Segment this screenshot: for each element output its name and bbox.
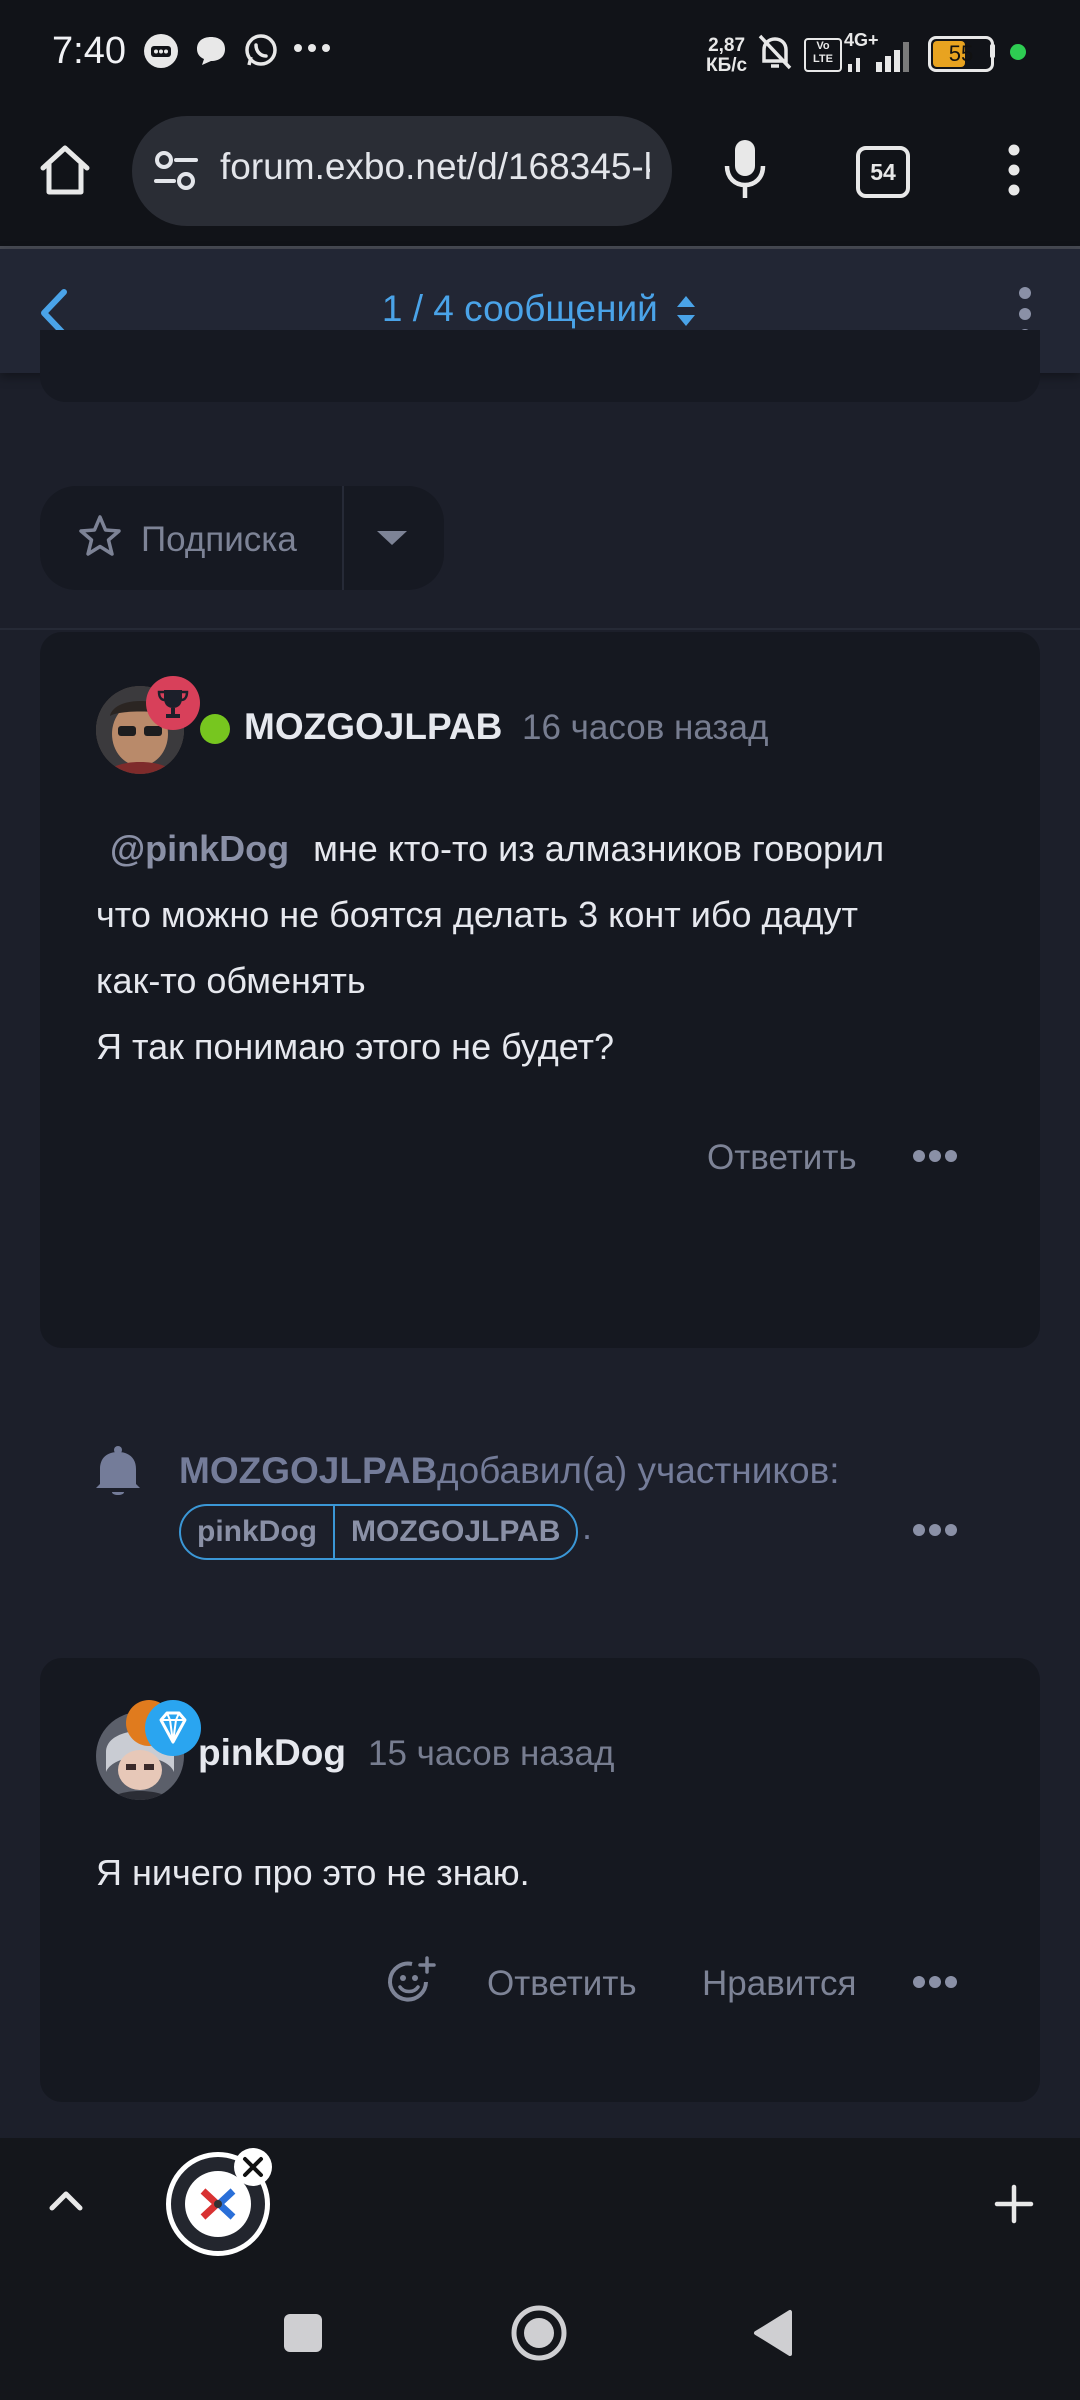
post-text: мне кто-то из алмазников говорил bbox=[313, 828, 885, 869]
post-scrubber[interactable]: 1 / 4 сообщений bbox=[300, 288, 780, 330]
reply-button[interactable]: Ответить bbox=[707, 1138, 857, 1178]
network-speed: 2,87 КБ/с bbox=[706, 36, 747, 76]
post-body-line: как-то обменять bbox=[96, 960, 366, 1001]
like-button[interactable]: Нравится bbox=[702, 1964, 856, 2004]
volte-icon: Vo LTE bbox=[804, 38, 842, 72]
home-icon[interactable] bbox=[38, 144, 92, 196]
close-bubble-icon[interactable] bbox=[234, 2148, 272, 2186]
sort-arrows-icon bbox=[677, 296, 696, 327]
battery-level: 55 bbox=[948, 41, 974, 66]
post-body-line: Я так понимаю этого не будет? bbox=[96, 1026, 615, 1067]
status-time: 7:40 bbox=[52, 30, 126, 72]
participant-chip[interactable]: MOZGOJLPAB bbox=[333, 1506, 576, 1558]
post-time[interactable]: 16 часов назад bbox=[522, 708, 768, 748]
caret-down-icon[interactable] bbox=[375, 528, 409, 548]
diamond-badge bbox=[145, 1700, 201, 1756]
whatsapp-icon bbox=[242, 32, 280, 70]
messenger-icon bbox=[142, 32, 180, 70]
recents-square-icon[interactable] bbox=[284, 2314, 322, 2352]
post-author[interactable]: pinkDog bbox=[198, 1732, 346, 1774]
participants-list: pinkDog MOZGOJLPAB bbox=[179, 1504, 579, 1560]
event-description: добавил(а) участников: bbox=[437, 1450, 840, 1491]
post-body: @pinkDog мне кто-то из алмазников говорил… bbox=[96, 816, 1006, 1080]
plus-icon[interactable] bbox=[994, 2184, 1034, 2224]
more-options-icon[interactable] bbox=[912, 1972, 958, 1992]
bottom-toolbar bbox=[0, 2138, 1080, 2268]
reply-button[interactable]: Ответить bbox=[487, 1964, 637, 2004]
url-text[interactable]: forum.exbo.net/d/168345-k bbox=[220, 146, 650, 188]
muted-bell-icon bbox=[756, 32, 794, 72]
more-notifications-icon bbox=[292, 40, 332, 56]
more-options-icon[interactable] bbox=[912, 1146, 958, 1166]
subscribe-button[interactable]: Подписка bbox=[141, 520, 297, 560]
add-reaction-icon[interactable] bbox=[386, 1956, 436, 2006]
subscribe-split-divider bbox=[342, 486, 344, 590]
chevron-up-icon[interactable] bbox=[46, 2186, 86, 2214]
battery-tip bbox=[990, 44, 995, 58]
post-time[interactable]: 15 часов назад bbox=[368, 1734, 614, 1774]
online-indicator bbox=[200, 714, 230, 744]
bell-icon bbox=[92, 1444, 144, 1500]
tabs-count-button[interactable]: 54 bbox=[856, 146, 910, 198]
post-body-line: @pinkDog мне кто-то из алмазников говорил bbox=[96, 816, 1006, 882]
signal-icon bbox=[848, 38, 916, 72]
status-bar: 7:40 2,87 КБ/с Vo LTE 4G+ 55 bbox=[0, 0, 1080, 108]
battery-icon: 55 bbox=[928, 36, 994, 72]
participant-chip[interactable]: pinkDog bbox=[181, 1506, 333, 1558]
event-period: . bbox=[582, 1506, 593, 1547]
post-body-line: что можно не боятся делать 3 конт ибо да… bbox=[96, 894, 858, 935]
network-speed-value: 2,87 bbox=[708, 35, 746, 56]
camera-dot-icon bbox=[1010, 44, 1026, 60]
post-scrubber-label[interactable]: 1 / 4 сообщений bbox=[382, 288, 658, 329]
diamond-icon bbox=[159, 1711, 187, 1744]
site-settings-icon[interactable] bbox=[152, 148, 200, 194]
post-body: Я ничего про это не знаю. bbox=[96, 1852, 530, 1893]
section-divider bbox=[0, 628, 1080, 630]
previous-post-card-edge bbox=[40, 330, 1040, 402]
home-circle-icon[interactable] bbox=[510, 2304, 568, 2362]
post-author[interactable]: MOZGOJLPAB bbox=[244, 706, 502, 748]
microphone-icon[interactable] bbox=[722, 138, 768, 202]
chat-bubble-icon bbox=[192, 32, 230, 70]
back-triangle-icon[interactable] bbox=[752, 2308, 794, 2358]
browser-menu-icon[interactable] bbox=[1004, 144, 1024, 196]
trophy-badge bbox=[146, 676, 200, 730]
user-mention[interactable]: @pinkDog bbox=[110, 828, 289, 869]
network-speed-unit: КБ/с bbox=[706, 55, 748, 76]
event-user[interactable]: MOZGOJLPAB bbox=[179, 1450, 437, 1492]
trophy-icon bbox=[157, 690, 189, 718]
star-icon[interactable] bbox=[78, 514, 122, 558]
event-more-icon[interactable] bbox=[912, 1520, 958, 1540]
